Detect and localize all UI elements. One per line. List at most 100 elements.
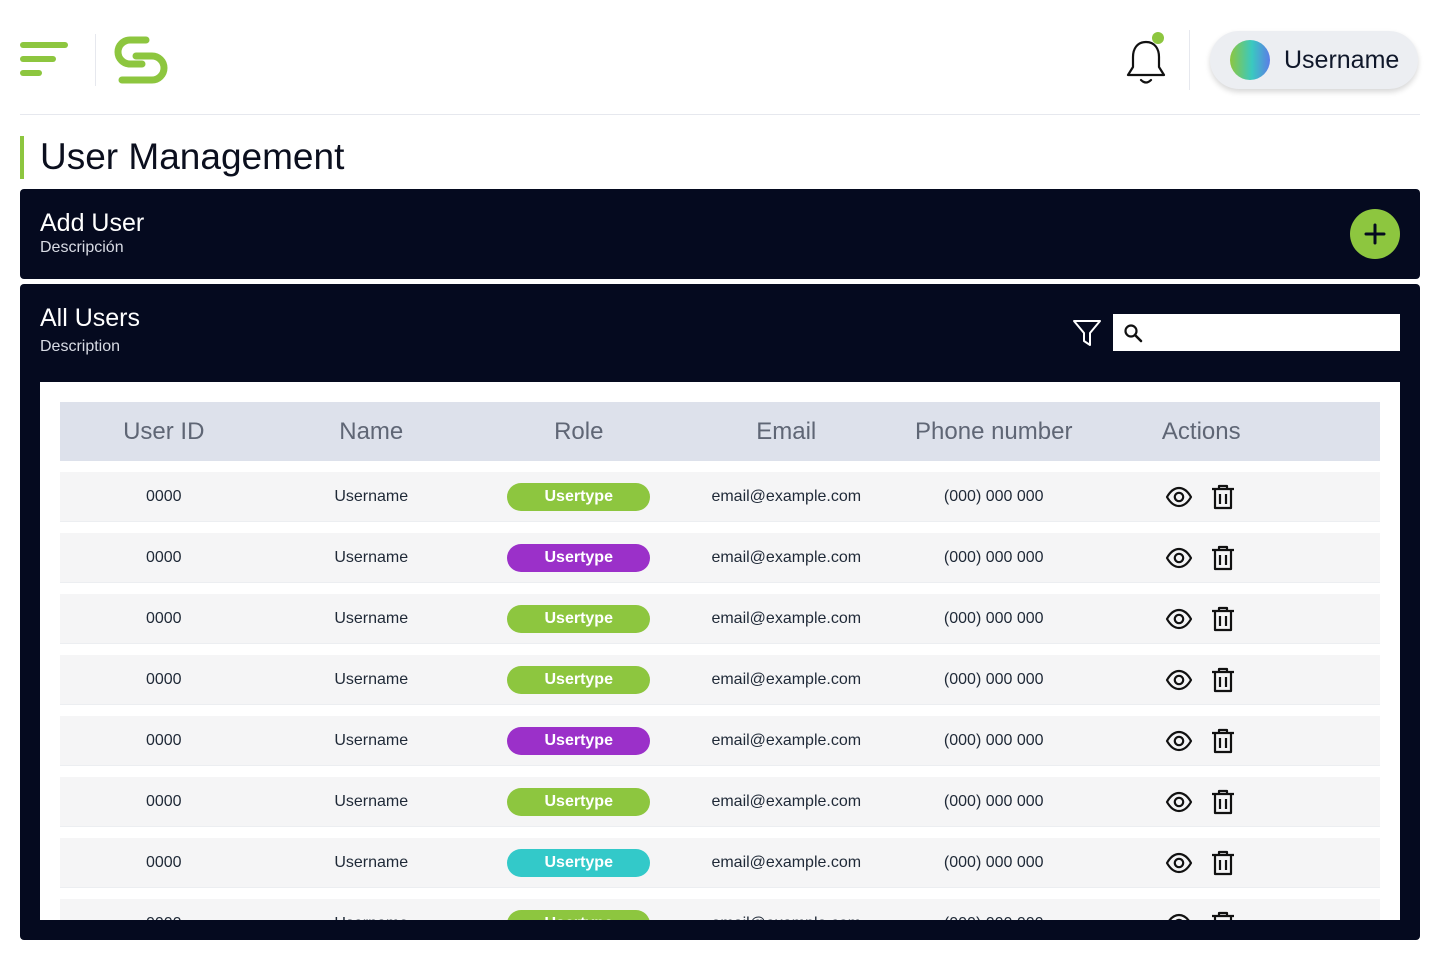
hamburger-menu-icon[interactable]	[20, 42, 68, 78]
table-body: 0000 Username Usertype email@example.com (00…	[60, 472, 1380, 920]
user-id-cell: 0000	[145, 487, 182, 505]
brand-logo-icon[interactable]	[112, 34, 170, 86]
add-user-title: Add User	[40, 209, 145, 237]
trash-icon[interactable]	[1209, 727, 1237, 755]
table-row: 0000 Username Usertype email@example.com (00…	[60, 716, 1380, 766]
page-title: User Management	[40, 136, 345, 177]
header-divider	[20, 114, 1420, 115]
name-cell: Username	[334, 487, 409, 505]
name-cell: Username	[334, 609, 409, 627]
column-header-user-id[interactable]: User ID	[60, 402, 268, 461]
email-cell: email@example.com	[711, 853, 862, 871]
add-user-button[interactable]	[1350, 209, 1400, 259]
eye-icon[interactable]	[1165, 849, 1193, 877]
email-cell: email@example.com	[711, 548, 862, 566]
eye-icon[interactable]	[1165, 483, 1193, 511]
phone-cell: (000) 000 000	[943, 853, 1044, 871]
role-badge: Usertype	[507, 787, 651, 816]
phone-cell: (000) 000 000	[943, 731, 1044, 749]
role-badge: Usertype	[507, 482, 651, 511]
email-cell: email@example.com	[711, 792, 862, 810]
column-header-phone-number[interactable]: Phone number	[890, 402, 1098, 461]
email-cell: email@example.com	[711, 731, 862, 749]
actions-cell	[1098, 777, 1306, 826]
role-cell: Usertype	[475, 777, 683, 826]
filter-icon[interactable]	[1072, 318, 1102, 348]
trash-icon[interactable]	[1209, 605, 1237, 633]
table-row: 0000 Username Usertype email@example.com (00…	[60, 472, 1380, 522]
role-cell: Usertype	[475, 838, 683, 887]
table-row: 0000 Username Usertype email@example.com (00…	[60, 838, 1380, 888]
avatar	[1230, 40, 1270, 80]
email-cell: email@example.com	[711, 487, 862, 505]
name-cell: Username	[268, 899, 476, 921]
username-label: Username	[1284, 45, 1400, 74]
eye-icon[interactable]	[1165, 788, 1193, 816]
column-header-actions[interactable]: Actions	[1098, 402, 1306, 461]
table-row: 0000UsernameUsertypeemail@example.com(00…	[60, 533, 1380, 583]
actions-cell	[1098, 533, 1306, 582]
trash-icon[interactable]	[1209, 483, 1237, 511]
user-id-cell: 0000	[145, 731, 182, 749]
users-table: User ID Name Role Email Phone number Actions …	[40, 382, 1400, 920]
user-id-cell: 0000	[60, 899, 268, 921]
add-user-description: Descripción	[40, 239, 124, 256]
user-profile-button[interactable]: Username	[1210, 31, 1418, 89]
role-badge: Usertype	[507, 543, 651, 572]
divider	[1189, 30, 1190, 90]
search-icon	[1124, 323, 1143, 342]
phone-cell: (000) 000 000	[943, 670, 1044, 688]
role-cell: Usertype	[475, 899, 683, 920]
email-cell: email@example.com	[711, 670, 862, 688]
search-field[interactable]	[1113, 314, 1400, 351]
column-header-role[interactable]: Role	[475, 402, 683, 461]
all-users-title: All Users	[40, 304, 141, 332]
name-cell: Username	[334, 731, 409, 749]
actions-cell	[1098, 655, 1306, 704]
user-id-cell: 0000	[145, 548, 182, 566]
user-id-cell: 0000	[145, 853, 182, 871]
phone-cell: (000) 000 000	[943, 792, 1044, 810]
trash-icon[interactable]	[1209, 910, 1237, 920]
eye-icon[interactable]	[1165, 544, 1193, 572]
table-row: 0000UsernameUsertypeemail@example.com(00…	[60, 777, 1380, 827]
search-input[interactable]	[1149, 316, 1400, 349]
notification-dot	[1152, 32, 1164, 44]
role-badge: Usertype	[507, 909, 651, 920]
role-badge: Usertype	[507, 665, 651, 694]
eye-icon[interactable]	[1165, 910, 1193, 920]
all-users-panel: All Users Description User ID Name Role Ema…	[20, 284, 1420, 940]
add-user-panel: Add User Descripción	[20, 189, 1420, 279]
eye-icon[interactable]	[1165, 727, 1193, 755]
name-cell: Username	[334, 853, 409, 871]
trash-icon[interactable]	[1209, 849, 1237, 877]
name-cell: Username	[334, 792, 409, 810]
name-cell: Username	[334, 670, 409, 688]
actions-cell	[1098, 716, 1306, 765]
user-id-cell: 0000	[145, 670, 182, 688]
role-cell: Usertype	[475, 594, 683, 643]
trash-icon[interactable]	[1209, 544, 1237, 572]
phone-cell: (000) 000 000	[943, 548, 1044, 566]
actions-cell	[1098, 594, 1306, 643]
table-row: 0000UsernameUsertypeemail@example.com(00…	[60, 899, 1380, 920]
role-badge: Usertype	[507, 726, 651, 755]
title-accent-bar	[20, 136, 24, 179]
email-cell: email@example.com	[683, 899, 891, 921]
actions-cell	[1098, 838, 1306, 887]
user-id-cell: 0000	[145, 609, 182, 627]
divider	[95, 34, 96, 86]
role-cell: Usertype	[475, 655, 683, 704]
top-bar: Username	[0, 0, 1440, 115]
trash-icon[interactable]	[1209, 666, 1237, 694]
phone-cell: (000) 000 000	[943, 487, 1044, 505]
trash-icon[interactable]	[1209, 788, 1237, 816]
role-badge: Usertype	[507, 604, 651, 633]
eye-icon[interactable]	[1165, 666, 1193, 694]
table-header: User ID Name Role Email Phone number Actions	[60, 402, 1380, 461]
table-row: 0000UsernameUsertypeemail@example.com(00…	[60, 594, 1380, 644]
eye-icon[interactable]	[1165, 605, 1193, 633]
email-cell: email@example.com	[711, 609, 862, 627]
column-header-name[interactable]: Name	[268, 402, 476, 461]
column-header-email[interactable]: Email	[683, 402, 891, 461]
